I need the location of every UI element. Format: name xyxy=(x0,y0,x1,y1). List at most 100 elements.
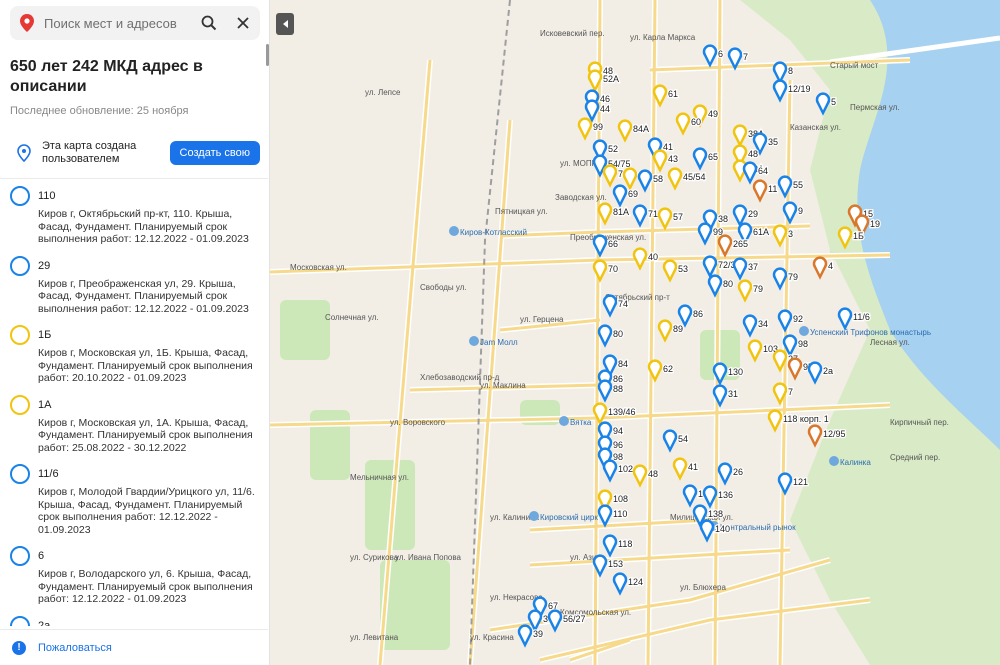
map-marker-label: 108 xyxy=(613,494,628,504)
map-marker-orange[interactable]: 4 xyxy=(812,256,834,280)
map-pin-icon xyxy=(772,61,788,85)
list-item[interactable]: 6 Киров г, Володарского ул, 6. Крыша, Фас… xyxy=(0,546,268,606)
map-marker-label: 11 xyxy=(768,184,777,194)
map-marker-blue[interactable]: 26 xyxy=(717,462,744,486)
map-marker-yellow[interactable]: 62 xyxy=(647,359,674,383)
map-marker-label: 84А xyxy=(633,124,649,134)
search-bar xyxy=(10,6,260,40)
map-marker-label: 9 xyxy=(798,206,803,216)
map-marker-blue[interactable]: 54 xyxy=(662,429,689,453)
map-marker-yellow[interactable]: 79 xyxy=(737,279,764,303)
street-label: Заводская ул. xyxy=(555,193,607,202)
map-marker-yellow[interactable]: 61 xyxy=(652,84,679,108)
map-marker-yellow[interactable]: 41 xyxy=(672,457,699,481)
map-marker-label: 71 xyxy=(648,209,658,219)
map-marker-blue[interactable]: 130 xyxy=(712,362,744,386)
create-own-map-button[interactable]: Создать свою xyxy=(169,141,260,165)
map-pin-icon xyxy=(547,609,563,633)
list-item[interactable]: 1А Киров г, Московская ул, 1А. Крыша, Фас… xyxy=(0,394,268,455)
map-marker-blue[interactable]: 74 xyxy=(602,294,629,318)
map-marker-blue[interactable]: 2а xyxy=(807,361,834,385)
map-marker-orange[interactable]: 11 xyxy=(752,179,779,203)
complain-link[interactable]: Пожаловаться xyxy=(38,642,112,654)
search-input[interactable] xyxy=(44,15,194,31)
sidebar-scrollbar[interactable] xyxy=(266,44,269,66)
map-pin-icon xyxy=(517,624,533,648)
map-pin-icon xyxy=(637,169,653,193)
map-canvas[interactable]: Московская ул. ул. Воровского ул. Маклина у… xyxy=(270,0,1000,665)
map-pin-icon xyxy=(675,112,691,136)
map-pin-icon xyxy=(717,462,733,486)
map-marker-blue[interactable]: 34 xyxy=(742,314,769,338)
map-marker-yellow[interactable]: 43 xyxy=(652,149,679,173)
map-pin-icon xyxy=(702,44,718,68)
map-marker-label: 118 xyxy=(618,539,632,549)
list-item[interactable]: 1Б Киров г, Московская ул, 1Б. Крыша, Фас… xyxy=(0,325,268,385)
map-marker-label: 2а xyxy=(823,366,833,376)
list-item[interactable]: 11/6 Киров г, Молодой Гвардии/Урицкого ул… xyxy=(0,464,268,536)
close-icon[interactable] xyxy=(230,10,256,36)
list-item-description: Киров г, Володарского ул, 6. Крыша, Фаса… xyxy=(38,568,253,605)
map-marker-blue[interactable]: 88 xyxy=(597,379,624,403)
map-marker-yellow[interactable]: 52А xyxy=(587,69,620,93)
map-marker-label: 37 xyxy=(748,262,758,272)
map-marker-yellow[interactable]: 70 xyxy=(592,259,619,283)
map-marker-blue[interactable]: 80 xyxy=(597,324,624,348)
map-marker-label: 19 xyxy=(870,219,880,229)
list-item[interactable]: 29 Киров г, Преображенская ул, 29. Крыша,… xyxy=(0,255,268,316)
map-marker-yellow[interactable]: 89 xyxy=(657,319,684,343)
map-marker-blue[interactable]: 118 xyxy=(602,534,634,558)
complain-bar[interactable]: ! Пожаловаться xyxy=(0,629,268,665)
map-marker-yellow[interactable]: 48 xyxy=(632,464,659,488)
map-marker-blue[interactable]: 124 xyxy=(612,572,644,596)
map-pin-icon xyxy=(667,167,683,191)
map-marker-blue[interactable]: 39 xyxy=(517,624,544,648)
list-item[interactable]: 2а xyxy=(0,615,268,626)
map-marker-label: 48 xyxy=(648,469,658,479)
map-marker-orange[interactable]: 265 xyxy=(717,234,749,258)
street-label: ул. Карла Маркса xyxy=(630,33,696,42)
map-marker-blue[interactable]: 29 xyxy=(732,204,759,228)
map-marker-blue[interactable]: 37 xyxy=(732,257,759,281)
list-item-name: 11/6 xyxy=(38,468,59,480)
map-marker-blue[interactable]: 8 xyxy=(772,61,794,85)
collapse-sidebar-button[interactable] xyxy=(276,13,294,35)
map-marker-label: 136 xyxy=(718,490,733,500)
list-item-description: Киров г, Московская ул, 1А. Крыша, Фасад… xyxy=(38,416,253,454)
marker-circle-icon xyxy=(10,255,30,276)
search-icon[interactable] xyxy=(196,10,222,36)
map-marker-blue[interactable]: 80 xyxy=(707,274,734,298)
map-marker-blue[interactable]: 86 xyxy=(677,304,704,328)
last-updated: Последнее обновление: 25 ноября xyxy=(10,105,189,117)
map-marker-label: 34 xyxy=(758,319,768,329)
map-marker-blue[interactable]: 11/6 xyxy=(837,307,871,331)
map-marker-yellow[interactable]: 81А xyxy=(597,202,630,226)
map-marker-blue[interactable]: 102 xyxy=(602,459,634,483)
map-pin-icon xyxy=(527,609,543,633)
poi-label: Киров-Котласский xyxy=(460,228,527,237)
map-marker-yellow[interactable]: 53 xyxy=(662,259,689,283)
map-marker-blue[interactable]: 31 xyxy=(712,384,739,408)
map-pin-icon xyxy=(772,79,788,103)
map-view[interactable]: Московская ул. ул. Воровского ул. Маклина у… xyxy=(270,0,1000,665)
map-pin-icon xyxy=(697,222,713,246)
map-marker-blue[interactable]: 65 xyxy=(692,147,719,171)
map-marker-yellow[interactable]: 84А xyxy=(617,119,650,143)
map-marker-blue[interactable]: 98 xyxy=(782,334,809,358)
map-marker-yellow[interactable]: 60 xyxy=(675,112,702,136)
map-marker-label: 1Б xyxy=(853,231,864,241)
map-marker-yellow[interactable]: 45/54 xyxy=(667,167,707,191)
map-marker-blue[interactable]: 69 xyxy=(612,184,639,208)
map-marker-blue[interactable]: 92 xyxy=(777,309,804,333)
street-label: Хлебозаводский пр-д xyxy=(420,373,500,382)
map-marker-label: 40 xyxy=(648,252,658,262)
map-marker-blue[interactable]: 56/27 xyxy=(547,609,587,633)
list-item[interactable]: 110 Киров г, Октябрьский пр-кт, 110. Крыш… xyxy=(0,186,268,246)
map-marker-blue[interactable]: 66 xyxy=(592,234,619,258)
map-marker-label: 139/46 xyxy=(608,407,636,417)
map-marker-yellow[interactable]: 57 xyxy=(657,207,684,231)
map-marker-label: 61 xyxy=(668,89,678,99)
map-marker-blue[interactable]: 64 xyxy=(742,161,769,185)
map-marker-blue[interactable]: 153 xyxy=(592,554,624,578)
map-marker-label: 88 xyxy=(613,384,623,394)
